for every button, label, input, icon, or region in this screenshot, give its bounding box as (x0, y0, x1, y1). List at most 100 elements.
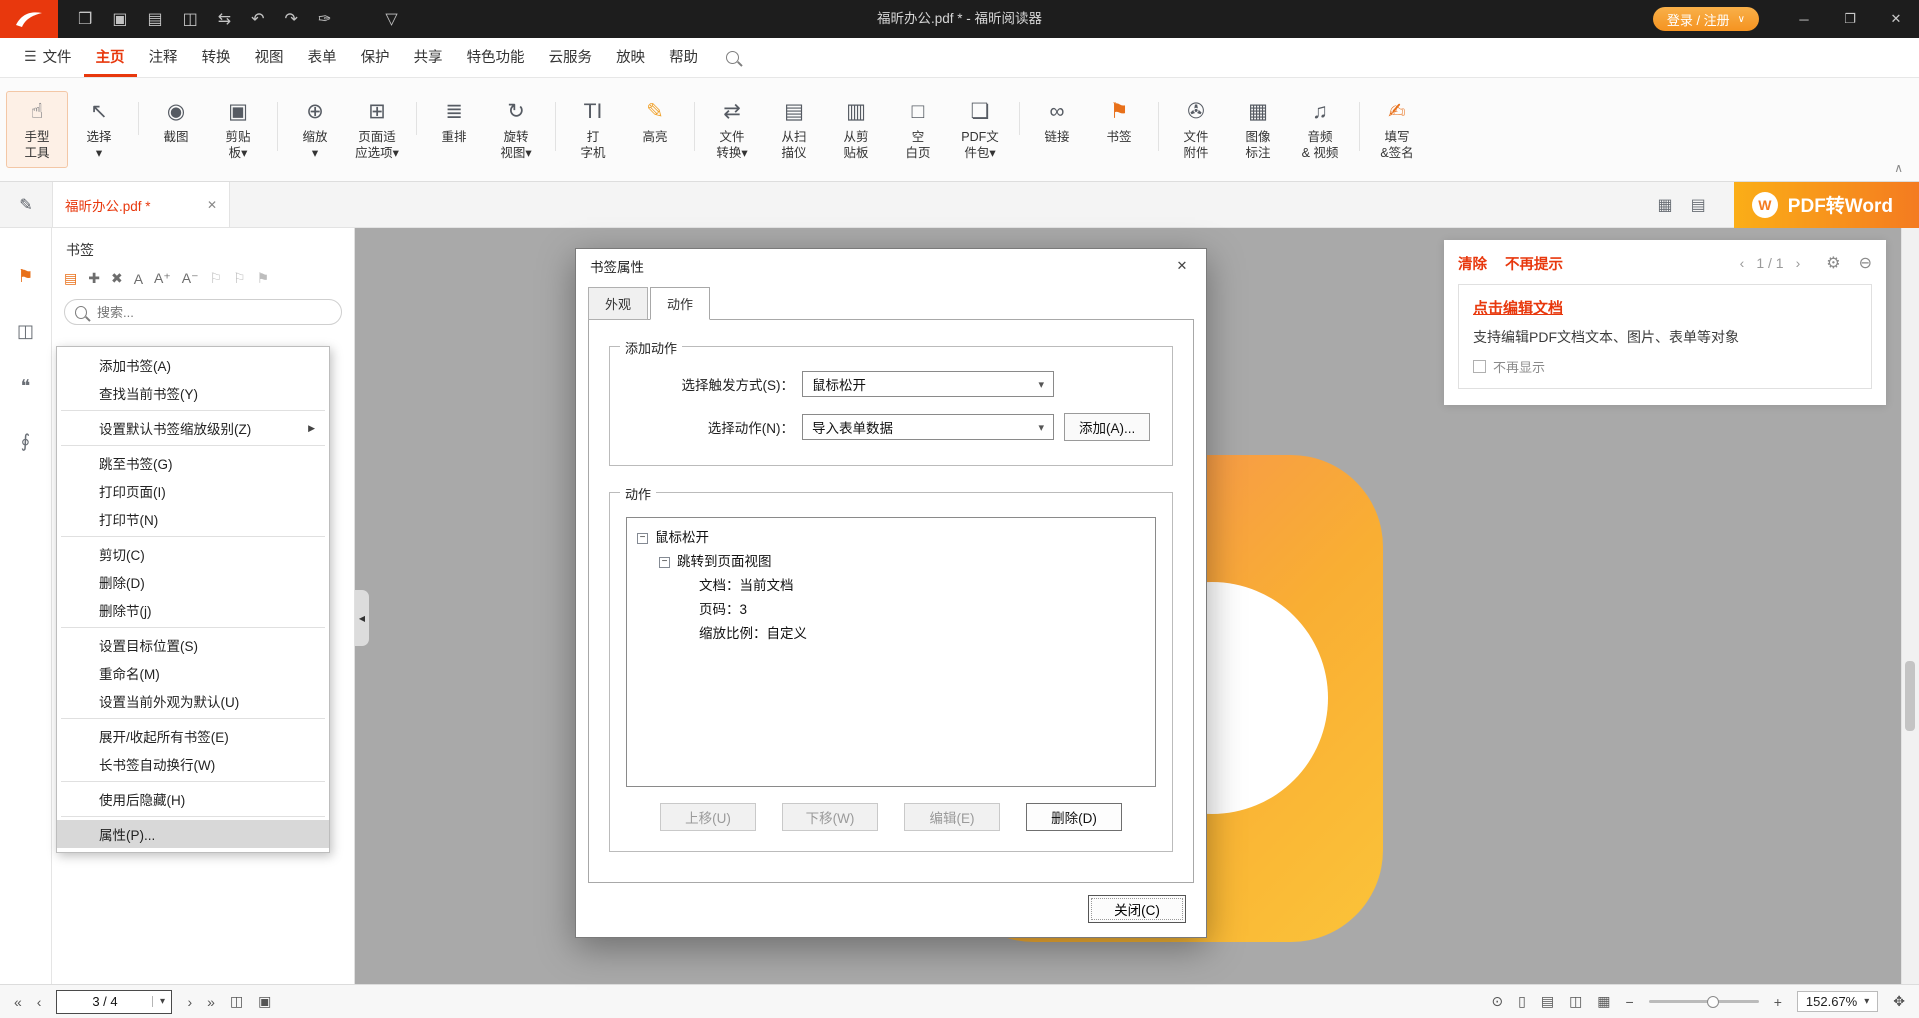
menu-features[interactable]: 特色功能 (455, 38, 537, 77)
ribbon-audio-video[interactable]: ♫ 音频 & 视频 (1289, 91, 1351, 169)
zoom-slider-thumb[interactable] (1707, 996, 1719, 1008)
customize-quick-toolbar-icon[interactable]: ▽ (385, 9, 397, 29)
login-button[interactable]: 登录 / 注册 ∨ (1653, 7, 1759, 31)
decrease-text-icon[interactable]: A⁻ (182, 270, 199, 287)
ribbon-rotate-view[interactable]: ↻ 旋转 视图▾ (485, 91, 547, 169)
page-number-box[interactable]: 3 / 4 ▾ (56, 990, 172, 1014)
menu-convert[interactable]: 转换 (190, 38, 243, 77)
menu-search-button[interactable] (726, 38, 739, 77)
pages-panel-icon[interactable]: ◫ (17, 321, 34, 342)
open-file-icon[interactable]: ❒ (78, 9, 92, 29)
facing-page-icon[interactable]: ◫ (1569, 993, 1582, 1010)
action-tree-row[interactable]: 跳转到页面视图 (637, 550, 1145, 574)
delete-bookmark-icon[interactable]: ✖ (111, 270, 123, 287)
bookmark-settings-icon[interactable]: ⚑ (257, 270, 270, 287)
ctx-set-appearance-default[interactable]: 设置当前外观为默认(U) (57, 687, 329, 715)
menu-protect[interactable]: 保护 (349, 38, 402, 77)
rename-bookmark-icon[interactable]: A (134, 271, 143, 287)
ribbon-highlight[interactable]: ✎ 高亮 (624, 91, 686, 152)
ribbon-blank-page[interactable]: □ 空 白页 (887, 91, 949, 169)
delete-action-button[interactable]: 删除(D) (1026, 803, 1122, 831)
ribbon-typewriter[interactable]: TI 打 字机 (562, 91, 624, 169)
single-page-icon[interactable]: ▯ (1518, 993, 1526, 1010)
ctx-print-page[interactable]: 打印页面(I) (57, 477, 329, 505)
clipboard-view-icon[interactable]: ▣ (258, 993, 271, 1010)
scrollbar-thumb[interactable] (1905, 661, 1915, 731)
fullscreen-icon[interactable]: ✥ (1893, 993, 1905, 1010)
dont-prompt-button[interactable]: 不再提示 (1505, 253, 1563, 274)
ribbon-file-convert[interactable]: ⇄ 文件 转换▾ (701, 91, 763, 169)
undo-icon[interactable]: ↶ (251, 9, 264, 29)
edit-document-link[interactable]: 点击编辑文档 (1473, 297, 1857, 318)
tab-close-icon[interactable]: ✕ (207, 198, 217, 212)
gear-icon[interactable]: ⚙ (1826, 253, 1840, 273)
vertical-scrollbar[interactable] (1901, 228, 1919, 984)
tree-collapse-box[interactable] (659, 557, 670, 568)
ribbon-hand-tool[interactable]: ☝ 手型 工具 (6, 91, 68, 169)
menu-share[interactable]: 共享 (402, 38, 455, 77)
export-icon[interactable]: ◫ (183, 9, 198, 29)
reading-view-icon[interactable]: ▤ (1691, 195, 1706, 215)
ctx-wrap-long-bookmarks[interactable]: 长书签自动换行(W) (57, 750, 329, 778)
ctx-hide-after-use[interactable]: 使用后隐藏(H) (57, 785, 329, 813)
ribbon-link[interactable]: ∞ 链接 (1026, 91, 1088, 152)
bookmark-search-box[interactable] (64, 299, 342, 325)
menu-present[interactable]: 放映 (604, 38, 657, 77)
snapshot-icon[interactable]: ◫ (230, 993, 243, 1010)
ribbon-page-fit-options[interactable]: ⊞ 页面适 应选项▾ (346, 91, 408, 169)
add-bookmark-icon[interactable]: ✚ (88, 270, 100, 287)
ctx-delete[interactable]: 删除(D) (57, 568, 329, 596)
action-tree-row[interactable]: 缩放比例：自定义 (637, 622, 1145, 646)
zoom-in-button[interactable]: + (1774, 994, 1782, 1010)
dialog-tab-action[interactable]: 动作 (650, 287, 710, 320)
menu-file[interactable]: ☰ 文件 (12, 38, 84, 77)
ctx-find-current-bookmark[interactable]: 查找当前书签(Y) (57, 379, 329, 407)
ctx-goto-bookmark[interactable]: 跳至书签(G) (57, 449, 329, 477)
next-bookmark-icon[interactable]: ⚐ (233, 270, 246, 287)
ctx-default-zoom-level[interactable]: 设置默认书签缩放级别(Z) ▶ (57, 414, 329, 442)
collapse-tip-icon[interactable]: ⊖ (1859, 253, 1872, 273)
action-tree-row[interactable]: 页码：3 (637, 598, 1145, 622)
menu-cloud[interactable]: 云服务 (537, 38, 605, 77)
edit-action-button[interactable]: 编辑(E) (904, 803, 1000, 831)
close-button[interactable]: ✕ (1873, 0, 1919, 38)
print-icon[interactable]: ▤ (147, 9, 162, 29)
move-down-button[interactable]: 下移(W) (782, 803, 878, 831)
zoom-slider[interactable] (1649, 995, 1759, 1009)
thumbnail-view-icon[interactable]: ▦ (1658, 195, 1673, 215)
dialog-close-icon[interactable]: ✕ (1164, 252, 1200, 280)
ctx-rename[interactable]: 重命名(M) (57, 659, 329, 687)
comments-panel-icon[interactable]: ❝ (21, 376, 31, 397)
panel-collapse-handle[interactable]: ◀ (355, 590, 369, 646)
ribbon-clipboard[interactable]: ▣ 剪贴 板▾ (207, 91, 269, 169)
maximize-button[interactable]: ❐ (1827, 0, 1873, 38)
ribbon-image-annotation[interactable]: ▦ 图像 标注 (1227, 91, 1289, 169)
ribbon-bookmark[interactable]: ⚑ 书签 (1088, 91, 1150, 152)
menu-comment[interactable]: 注释 (137, 38, 190, 77)
action-select[interactable]: 导入表单数据 ▾ (802, 414, 1054, 440)
ctx-expand-collapse-all[interactable]: 展开/收起所有书签(E) (57, 722, 329, 750)
action-tree-row[interactable]: 文档：当前文档 (637, 574, 1145, 598)
menu-view[interactable]: 视图 (243, 38, 296, 77)
close-dialog-button[interactable]: 关闭(C) (1088, 895, 1186, 923)
ribbon-from-scanner[interactable]: ▤ 从扫 描仪 (763, 91, 825, 169)
save-icon[interactable]: ▣ (112, 9, 127, 29)
increase-text-icon[interactable]: A⁺ (154, 270, 171, 287)
continuous-page-icon[interactable]: ▤ (1541, 993, 1554, 1010)
first-page-button[interactable]: « (14, 994, 22, 1010)
read-mode-icon[interactable]: ⊙ (1491, 993, 1503, 1010)
menu-form[interactable]: 表单 (296, 38, 349, 77)
menu-help[interactable]: 帮助 (657, 38, 710, 77)
ctx-properties[interactable]: 属性(P)... (57, 820, 329, 848)
ctx-cut[interactable]: 剪切(C) (57, 540, 329, 568)
ribbon-from-clipboard[interactable]: ▥ 从剪 贴板 (825, 91, 887, 169)
ribbon-zoom[interactable]: ⊕ 缩放 ▾ (284, 91, 346, 169)
ink-sign-icon[interactable]: ✑ (318, 9, 331, 29)
convert-icon[interactable]: ⇆ (218, 9, 231, 29)
redo-icon[interactable]: ↷ (285, 9, 298, 29)
tip-prev-icon[interactable]: ‹ (1740, 255, 1745, 271)
ribbon-file-attachment[interactable]: ✇ 文件 附件 (1165, 91, 1227, 169)
ribbon-pdf-portfolio[interactable]: ❏ PDF文 件包▾ (949, 91, 1011, 169)
ctx-add-bookmark[interactable]: 添加书签(A) (57, 351, 329, 379)
pdf-to-word-banner[interactable]: W PDF转Word (1734, 182, 1919, 228)
